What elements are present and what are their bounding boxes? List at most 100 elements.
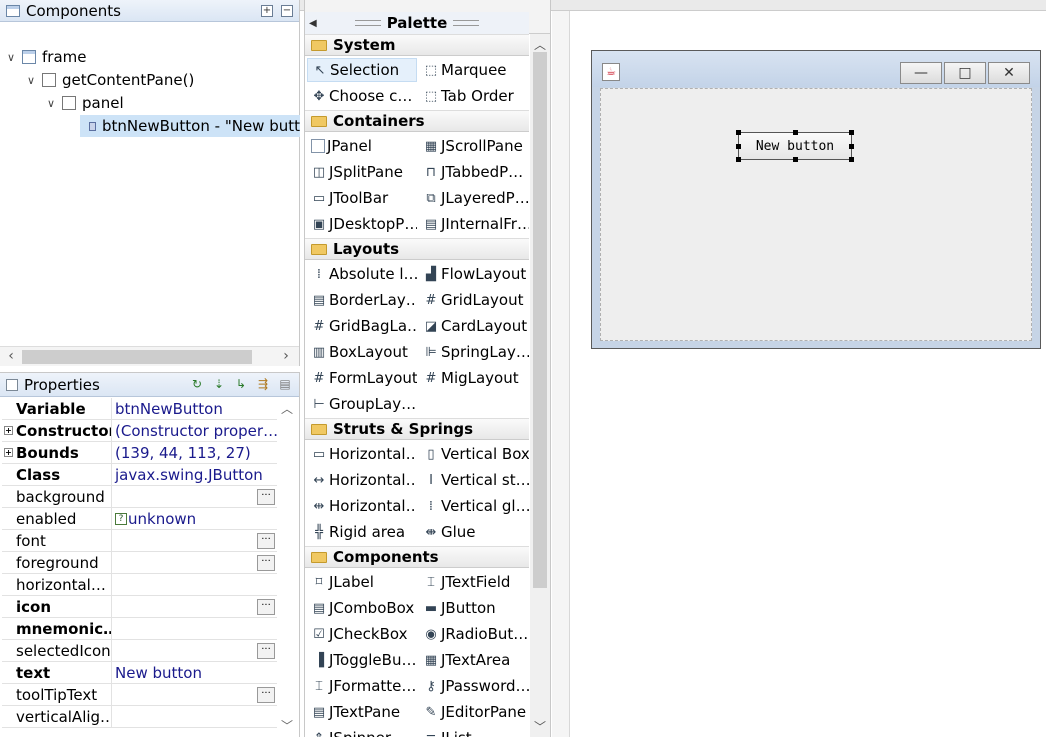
palette-item[interactable]: ▦ JScrollPane xyxy=(419,134,529,158)
properties-vscrollbar[interactable]: ︿ ﹀ xyxy=(279,398,295,737)
maximize-icon[interactable]: □ xyxy=(944,62,986,84)
components-hscrollbar[interactable]: ‹ › xyxy=(0,346,299,366)
palette-item[interactable]: ⚷ JPassword… xyxy=(419,674,529,698)
palette-item[interactable]: ⊢ GroupLay… xyxy=(307,392,417,416)
minimize-icon[interactable]: — xyxy=(900,62,942,84)
palette-item[interactable]: # MigLayout xyxy=(419,366,529,390)
palette-item[interactable]: # GridLayout xyxy=(419,288,529,312)
property-row[interactable]: font ··· xyxy=(2,530,277,552)
new-button[interactable]: New button xyxy=(736,130,854,162)
edit-value-button[interactable]: ··· xyxy=(257,555,275,571)
property-row[interactable]: background ··· xyxy=(2,486,277,508)
goto-definition-icon[interactable]: ⇣ xyxy=(211,377,227,393)
palette-item[interactable]: ◪ CardLayout xyxy=(419,314,529,338)
palette-item[interactable]: ▣ JDesktopP… xyxy=(307,212,417,236)
property-value[interactable]: ? unknown xyxy=(112,508,277,529)
palette-item[interactable]: ⬚ Marquee xyxy=(419,58,529,82)
property-row[interactable]: toolTipText ··· xyxy=(2,684,277,706)
scroll-thumb[interactable] xyxy=(533,52,547,588)
palette-item[interactable]: ◫ JSplitPane xyxy=(307,160,417,184)
palette-item[interactable]: ⊫ SpringLay… xyxy=(419,340,529,364)
palette-item[interactable]: ▤ BorderLay… xyxy=(307,288,417,312)
resize-handle[interactable] xyxy=(736,130,741,135)
scroll-up-icon[interactable]: ︿ xyxy=(530,36,550,53)
resize-handle[interactable] xyxy=(793,130,798,135)
palette-item[interactable]: ⇼ Glue xyxy=(419,520,529,544)
property-value[interactable]: ··· xyxy=(112,640,277,661)
expand-icon[interactable]: + xyxy=(4,426,13,435)
palette-item[interactable]: ▭ JToolBar xyxy=(307,186,417,210)
resize-handle[interactable] xyxy=(736,144,741,149)
property-row[interactable]: + Constructor (Constructor proper… xyxy=(2,420,277,442)
property-row[interactable]: text New button xyxy=(2,662,277,684)
property-row[interactable]: icon ··· xyxy=(2,596,277,618)
resize-handle[interactable] xyxy=(793,157,798,162)
property-value[interactable]: ··· xyxy=(112,596,277,617)
tree-node[interactable]: btnNewButton - "New butt xyxy=(80,115,300,137)
palette-item[interactable]: ≡JList xyxy=(419,726,529,737)
scroll-left-icon[interactable]: ‹ xyxy=(2,348,20,366)
palette-item[interactable]: ▤ JTextPane xyxy=(307,700,417,724)
palette-item[interactable]: ⇕JSpinner xyxy=(307,726,417,737)
palette-item[interactable]: ▦ JTextArea xyxy=(419,648,529,672)
palette-item[interactable]: ⇹ Horizontal… xyxy=(307,494,417,518)
palette-item[interactable]: ⊓ JTabbedP… xyxy=(419,160,529,184)
palette-category[interactable]: Components xyxy=(305,546,529,568)
palette-item[interactable]: ⁞ Vertical gl… xyxy=(419,494,529,518)
show-events-icon[interactable]: ↻ xyxy=(189,377,205,393)
palette-title-bar[interactable]: ◀ Palette xyxy=(305,12,529,34)
resize-handle[interactable] xyxy=(849,157,854,162)
scroll-up-icon[interactable]: ︿ xyxy=(279,400,295,417)
property-value[interactable]: ··· xyxy=(112,552,277,573)
palette-item[interactable]: I Vertical st… xyxy=(419,468,529,492)
property-row[interactable]: + Bounds (139, 44, 113, 27) xyxy=(2,442,277,464)
restore-default-icon[interactable]: ▤ xyxy=(277,377,293,393)
chevron-down-icon[interactable]: ∨ xyxy=(4,51,18,64)
palette-item[interactable]: JPanel xyxy=(307,134,417,158)
tree-node[interactable]: ∨ panel xyxy=(44,92,124,114)
property-value[interactable]: javax.swing.JButton xyxy=(112,464,277,485)
jframe-titlebar[interactable]: ☕ — □ ✕ xyxy=(592,51,1040,87)
palette-item[interactable]: ▟ FlowLayout xyxy=(419,262,529,286)
palette-item[interactable]: ⬚ Tab Order xyxy=(419,84,529,108)
jframe-preview[interactable]: ☕ — □ ✕ New button xyxy=(591,50,1041,349)
collapse-palette-icon[interactable]: ◀ xyxy=(309,18,317,29)
palette-item[interactable]: ▯ Vertical Box xyxy=(419,442,529,466)
scroll-down-icon[interactable]: ﹀ xyxy=(530,718,550,735)
palette-item[interactable]: ╬ Rigid area xyxy=(307,520,417,544)
property-row[interactable]: verticalAlig… xyxy=(2,706,277,728)
expand-icon[interactable]: + xyxy=(4,448,13,457)
tree-node[interactable]: ∨ frame xyxy=(4,46,87,68)
scroll-right-icon[interactable]: › xyxy=(277,348,295,366)
property-value[interactable] xyxy=(112,706,277,727)
edit-value-button[interactable]: ··· xyxy=(257,643,275,659)
tree-node[interactable]: ∨ getContentPane() xyxy=(24,69,194,91)
property-value[interactable]: ··· xyxy=(112,486,277,507)
palette-vscrollbar[interactable]: ︿ ﹀ xyxy=(530,34,550,737)
property-row[interactable]: Class javax.swing.JButton xyxy=(2,464,277,486)
palette-item[interactable]: # GridBagLa… xyxy=(307,314,417,338)
palette-item[interactable]: ▥ BoxLayout xyxy=(307,340,417,364)
palette-item[interactable]: # FormLayout xyxy=(307,366,417,390)
resize-handle[interactable] xyxy=(849,130,854,135)
convert-local-icon[interactable]: ↳ xyxy=(233,377,249,393)
palette-item[interactable]: ◉ JRadioBut… xyxy=(419,622,529,646)
chevron-down-icon[interactable]: ∨ xyxy=(24,74,38,87)
property-value[interactable]: ··· xyxy=(112,684,277,705)
edit-value-button[interactable]: ··· xyxy=(257,533,275,549)
edit-value-button[interactable]: ··· xyxy=(257,599,275,615)
property-row[interactable]: horizontal… xyxy=(2,574,277,596)
resize-handle[interactable] xyxy=(849,144,854,149)
expand-all-icon[interactable]: + xyxy=(261,4,273,17)
property-value[interactable]: (Constructor proper… xyxy=(112,420,277,441)
resize-handle[interactable] xyxy=(736,157,741,162)
palette-item[interactable]: ▬ JButton xyxy=(419,596,529,620)
property-row[interactable]: foreground ··· xyxy=(2,552,277,574)
property-row[interactable]: enabled? unknown xyxy=(2,508,277,530)
palette-item[interactable]: ▤ JInternalFr… xyxy=(419,212,529,236)
palette-item[interactable]: ✥ Choose c… xyxy=(307,84,417,108)
property-value[interactable] xyxy=(112,618,277,639)
edit-value-button[interactable]: ··· xyxy=(257,687,275,703)
palette-item[interactable]: ✎ JEditorPane xyxy=(419,700,529,724)
show-advanced-icon[interactable]: ⇶ xyxy=(255,377,271,393)
